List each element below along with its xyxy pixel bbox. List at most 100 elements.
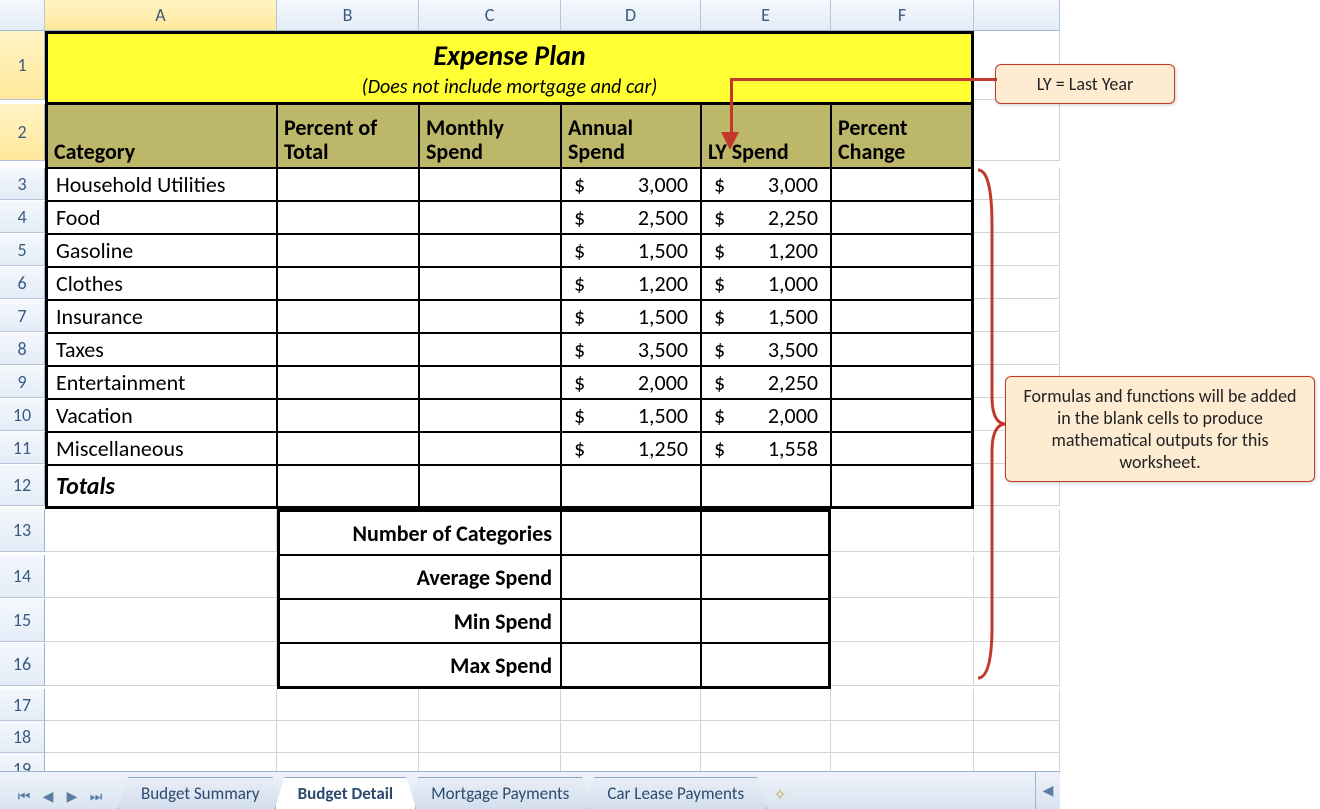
cell-F5[interactable]: [831, 234, 974, 267]
cell-F8[interactable]: [831, 333, 974, 366]
summary-label-15[interactable]: Min Spend: [277, 599, 561, 643]
cell-E14[interactable]: [701, 555, 831, 599]
cell-D4[interactable]: $2,500: [561, 201, 701, 234]
cell-D17[interactable]: [561, 689, 701, 721]
cell-C11[interactable]: [419, 432, 561, 465]
sheet-tab-budget-detail[interactable]: Budget Detail: [275, 777, 416, 809]
cell-A12[interactable]: Totals: [45, 465, 277, 509]
cell-A11[interactable]: Miscellaneous: [45, 432, 277, 465]
cell-D8[interactable]: $3,500: [561, 333, 701, 366]
cell-E16[interactable]: [701, 643, 831, 689]
sheet-tab-car-lease-payments[interactable]: Car Lease Payments: [584, 777, 767, 809]
cell-F18[interactable]: [831, 721, 974, 753]
cell-A17[interactable]: [45, 689, 277, 721]
row-header-10[interactable]: 10: [0, 399, 45, 431]
cell-A4[interactable]: Food: [45, 201, 277, 234]
select-all-corner[interactable]: [0, 0, 45, 31]
cell-E12[interactable]: [701, 465, 831, 509]
row-header-3[interactable]: 3: [0, 168, 45, 200]
new-sheet-icon[interactable]: ✧: [765, 785, 795, 809]
col-header-E[interactable]: E: [701, 0, 831, 31]
cell-E4[interactable]: $2,250: [701, 201, 831, 234]
tab-nav-prev-icon[interactable]: ◀: [36, 783, 60, 809]
cell-D6[interactable]: $1,200: [561, 267, 701, 300]
cell-E6[interactable]: $1,000: [701, 267, 831, 300]
cell-C9[interactable]: [419, 366, 561, 399]
cell-A6[interactable]: Clothes: [45, 267, 277, 300]
row-header-13[interactable]: 13: [0, 509, 45, 552]
cell-A10[interactable]: Vacation: [45, 399, 277, 432]
row-header-18[interactable]: 18: [0, 721, 45, 753]
cell-E9[interactable]: $2,250: [701, 366, 831, 399]
col-header-B[interactable]: B: [277, 0, 419, 31]
cell-C10[interactable]: [419, 399, 561, 432]
tab-scroll-left-icon[interactable]: ◀: [1035, 772, 1060, 809]
cell-B6[interactable]: [277, 267, 419, 300]
cell-F16[interactable]: [831, 643, 974, 686]
summary-label-14[interactable]: Average Spend: [277, 555, 561, 599]
cell-D10[interactable]: $1,500: [561, 399, 701, 432]
row-header-1[interactable]: 1: [0, 31, 45, 100]
header-B[interactable]: Percent of Total: [277, 104, 419, 168]
cell-E5[interactable]: $1,200: [701, 234, 831, 267]
cell-A8[interactable]: Taxes: [45, 333, 277, 366]
cell-A7[interactable]: Insurance: [45, 300, 277, 333]
cell-A9[interactable]: Entertainment: [45, 366, 277, 399]
row-header-11[interactable]: 11: [0, 432, 45, 464]
cell-A5[interactable]: Gasoline: [45, 234, 277, 267]
cell-D15[interactable]: [561, 599, 701, 643]
cell-B4[interactable]: [277, 201, 419, 234]
cell-B8[interactable]: [277, 333, 419, 366]
cell-C4[interactable]: [419, 201, 561, 234]
col-header-G-stub[interactable]: [974, 0, 1060, 31]
row-header-16[interactable]: 16: [0, 643, 45, 686]
cell-C6[interactable]: [419, 267, 561, 300]
cell-G17[interactable]: [974, 689, 1060, 721]
cell-D13[interactable]: [561, 509, 701, 555]
sheet-tab-budget-summary[interactable]: Budget Summary: [118, 777, 283, 809]
col-header-F[interactable]: F: [831, 0, 974, 31]
row-header-2[interactable]: 2: [0, 104, 45, 161]
cell-F3[interactable]: [831, 168, 974, 201]
row-header-12[interactable]: 12: [0, 465, 45, 506]
cell-E15[interactable]: [701, 599, 831, 643]
cell-E3[interactable]: $3,000: [701, 168, 831, 201]
cell-E13[interactable]: [701, 509, 831, 555]
cell-A16[interactable]: [45, 643, 277, 686]
cell-F4[interactable]: [831, 201, 974, 234]
col-header-C[interactable]: C: [419, 0, 561, 31]
cell-C12[interactable]: [419, 465, 561, 509]
cell-C18[interactable]: [419, 721, 561, 753]
cell-A3[interactable]: Household Utilities: [45, 168, 277, 201]
cell-B17[interactable]: [277, 689, 419, 721]
tab-nav-first-icon[interactable]: ⏮: [12, 783, 36, 809]
cell-B3[interactable]: [277, 168, 419, 201]
row-header-5[interactable]: 5: [0, 234, 45, 266]
cell-F7[interactable]: [831, 300, 974, 333]
cell-F11[interactable]: [831, 432, 974, 465]
row-header-6[interactable]: 6: [0, 267, 45, 299]
cell-B11[interactable]: [277, 432, 419, 465]
cell-E10[interactable]: $2,000: [701, 399, 831, 432]
row-header-14[interactable]: 14: [0, 555, 45, 598]
row-header-4[interactable]: 4: [0, 201, 45, 233]
row-header-9[interactable]: 9: [0, 366, 45, 398]
cell-F12[interactable]: [831, 465, 974, 509]
row-header-8[interactable]: 8: [0, 333, 45, 365]
cell-E11[interactable]: $1,558: [701, 432, 831, 465]
cell-F9[interactable]: [831, 366, 974, 399]
cell-E8[interactable]: $3,500: [701, 333, 831, 366]
tab-nav-next-icon[interactable]: ▶: [60, 783, 84, 809]
cell-C3[interactable]: [419, 168, 561, 201]
cell-D5[interactable]: $1,500: [561, 234, 701, 267]
cell-F17[interactable]: [831, 689, 974, 721]
cell-D9[interactable]: $2,000: [561, 366, 701, 399]
cell-F13[interactable]: [831, 509, 974, 552]
tab-nav-last-icon[interactable]: ⏭: [84, 783, 108, 809]
cell-B9[interactable]: [277, 366, 419, 399]
cell-F14[interactable]: [831, 555, 974, 598]
cell-E18[interactable]: [701, 721, 831, 753]
row-header-17[interactable]: 17: [0, 689, 45, 721]
cell-D18[interactable]: [561, 721, 701, 753]
sheet-tab-mortgage-payments[interactable]: Mortgage Payments: [408, 777, 592, 809]
